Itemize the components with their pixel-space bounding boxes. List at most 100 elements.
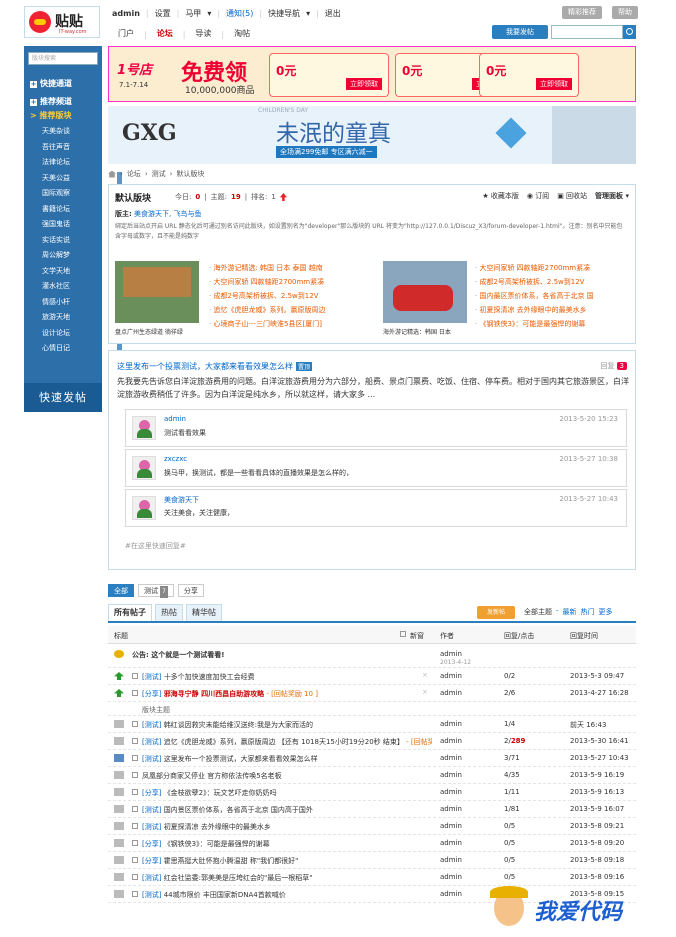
row-checkbox[interactable] (132, 690, 138, 696)
sidebar-item[interactable]: 国际观察 (42, 188, 70, 198)
tab-digest[interactable]: 精华帖 (186, 604, 222, 622)
thread-category[interactable]: [测试] (142, 755, 164, 763)
sidebar-item[interactable]: 吾往声音 (42, 142, 70, 152)
thread-title[interactable]: [分享] 《钢铁侠3》：可能是最强悍的谢幕 (142, 839, 270, 849)
sort-latest[interactable]: 最新 (563, 607, 577, 617)
nav-item-portal[interactable]: 门户 (112, 26, 140, 42)
last-reply-time[interactable]: 2013-5-8 09:16 (570, 873, 624, 881)
thread-title[interactable]: [分享] 《金枝欲孽2》：玩文艺吓走你奶奶吗 (142, 788, 277, 798)
close-icon[interactable]: × (422, 688, 428, 696)
username-link[interactable]: admin (112, 9, 140, 18)
sort-more[interactable]: 更多 (599, 607, 613, 617)
coupon-button[interactable]: 立即领取 (536, 78, 572, 90)
last-reply-time[interactable]: 2013-5-9 16:19 (570, 771, 624, 779)
thread-category[interactable]: [测试] (142, 823, 164, 831)
thumbnail-caption[interactable]: 盘点广州生态绿道 徜徉绿 (115, 327, 183, 336)
tab-hot[interactable]: 热帖 (155, 604, 183, 622)
sidebar-item[interactable]: 灌水社区 (42, 281, 70, 291)
sort-hot[interactable]: 热门 (581, 607, 595, 617)
subscribe-link[interactable]: ◉ 订阅 (527, 191, 549, 201)
sidebar-item[interactable]: 设计论坛 (42, 328, 70, 338)
thread-link[interactable]: 这里发布一个投票测试，大家都来看看效果怎么样 (164, 755, 318, 763)
last-reply-time[interactable]: 2013-5-30 16:41 (570, 737, 629, 745)
row-checkbox[interactable] (132, 721, 138, 727)
sidebar-head-quick[interactable]: 快捷通道 (30, 78, 72, 89)
comment-user[interactable]: zxczxc (164, 455, 187, 463)
sidebar-item[interactable]: 实话实说 (42, 235, 70, 245)
sidebar-item[interactable]: 强国鬼话 (42, 219, 70, 229)
site-logo[interactable]: 贴贴 IT-way.com (24, 6, 100, 38)
thread-author[interactable]: admin (440, 737, 462, 745)
sidebar-head-channel[interactable]: 推荐频道 (30, 96, 72, 107)
row-checkbox[interactable] (132, 673, 138, 679)
recycle-link[interactable]: ▣ 回收站 (557, 191, 587, 201)
thread-title[interactable]: [测试] 红会社监委:郭美美是压垮红会的"最后一根稻草" (142, 873, 313, 883)
home-icon[interactable] (108, 170, 116, 178)
thread-title[interactable]: 公告: 这个就是一个测试看看! (132, 650, 224, 660)
coupon-button[interactable]: 立即领取 (346, 78, 382, 90)
thread-category[interactable]: [分享] (142, 857, 164, 865)
thread-author[interactable]: admin (440, 822, 462, 830)
banner-promo[interactable]: 1号店 7.1-7.14 免费领 10,000,000商品 0元立即领取 0元立… (108, 46, 636, 102)
thread-title[interactable]: [测试] 初夏探清凉 去外缘眼中的最美水乡 (142, 822, 271, 832)
thread-category[interactable]: [测试] (142, 806, 164, 814)
thread-title[interactable]: [测试] 44城市限价 丰田国家新DNA4首款喊价 (142, 890, 286, 900)
thread-link[interactable]: 霍思燕挺大肚怀抱小腾温甜 称"我们都很好" (164, 857, 299, 865)
new-thread-button[interactable]: 发新帖 (477, 606, 515, 619)
thread-link[interactable]: 红会社监委:郭美美是压垮红会的"最后一根稻草" (164, 874, 313, 882)
comment-user[interactable]: 美食游天下 (164, 495, 199, 505)
sidebar-item[interactable]: 天美公益 (42, 173, 70, 183)
thread-author[interactable]: admin (440, 650, 462, 658)
thread-author[interactable]: admin (440, 672, 462, 680)
last-reply-time[interactable]: 2013-5-8 09:20 (570, 839, 624, 847)
filter-share[interactable]: 分享 (177, 584, 204, 597)
thread-title[interactable]: [测试] 韩红谈因救灾未能给维汉送终:我是为大家而活的 (142, 720, 313, 730)
hot-link[interactable]: 心境商子山---三门峡淮5县区[厦门] (209, 317, 361, 331)
avatar[interactable] (132, 416, 156, 440)
avatar[interactable] (132, 456, 156, 480)
sidebar-item[interactable]: 旅游天地 (42, 312, 70, 322)
row-checkbox[interactable] (132, 823, 138, 829)
nav-item-forum[interactable]: 论坛 (151, 26, 179, 42)
thumbnail-car[interactable] (383, 261, 467, 323)
thread-link[interactable]: 公告: 这个就是一个测试看看! (132, 651, 224, 659)
sidebar-item[interactable]: 周公解梦 (42, 250, 70, 260)
last-reply-time[interactable]: 前天 16:43 (570, 720, 606, 730)
thread-category[interactable]: [测试] (142, 891, 164, 899)
fast-post-button[interactable]: 快速发帖 (24, 383, 102, 412)
last-reply-time[interactable]: 2013-5-8 09:21 (570, 822, 624, 830)
thread-author[interactable]: admin (440, 805, 462, 813)
thread-category[interactable]: [分享] (142, 840, 164, 848)
last-reply-time[interactable]: 2013-5-8 09:18 (570, 856, 624, 864)
thread-link[interactable]: 邪海寻宁静 四川西昌自助游攻略 (164, 690, 264, 698)
breadcrumb-test[interactable]: 测试 (152, 169, 166, 179)
avatar[interactable] (132, 496, 156, 520)
sidebar-item[interactable]: 心情日记 (42, 343, 70, 353)
hot-link[interactable]: 《钢铁侠3》：可能是最强悍的谢幕 (475, 317, 627, 331)
thread-category[interactable]: [分享] (142, 789, 164, 797)
filter-test[interactable]: 测试 7 (138, 584, 174, 598)
thread-link[interactable]: 韩红谈因救灾未能给维汉送终:我是为大家而活的 (164, 721, 313, 729)
notice-link[interactable]: 通知(5) (226, 8, 253, 19)
thread-author[interactable]: admin (440, 890, 462, 898)
newwin-checkbox[interactable] (400, 631, 406, 637)
hot-link[interactable]: 成都2号高架桥被拆、2.5w到12V (475, 275, 627, 289)
row-checkbox[interactable] (132, 772, 138, 778)
last-reply-time[interactable]: 2013-5-27 10:43 (570, 754, 629, 762)
last-reply-time[interactable]: 2013-5-9 16:07 (570, 805, 624, 813)
nav-item-guide[interactable]: 导读 (189, 26, 217, 42)
thread-link[interactable]: 十多个加快速度加快工会经费 (164, 673, 255, 681)
thread-link[interactable]: 凤凰部分商家又停业 官方称依法传唤5名老板 (142, 772, 282, 780)
comment-user[interactable]: admin (164, 415, 186, 423)
thread-author[interactable]: admin (440, 771, 462, 779)
thread-link[interactable]: 初夏探清凉 去外缘眼中的最美水乡 (164, 823, 271, 831)
hot-link[interactable]: 海外游记精选: 韩国 日本 泰国 越南 (209, 261, 361, 275)
quick-reply-input[interactable]: #在这里快速回复# (125, 541, 186, 551)
hot-link[interactable]: 大空间家轿 四款轴距2700mm紧凑 (475, 261, 627, 275)
thread-author[interactable]: admin (440, 754, 462, 762)
thread-title[interactable]: [测试] 这里发布一个投票测试，大家都来看看效果怎么样 (142, 754, 318, 764)
manage-panel-link[interactable]: 管理面板 ▾ (595, 191, 629, 201)
thread-link[interactable]: 44城市限价 丰田国家新DNA4首款喊价 (164, 891, 286, 899)
sort-all[interactable]: 全部主题 (524, 607, 552, 617)
thread-author[interactable]: admin (440, 873, 462, 881)
